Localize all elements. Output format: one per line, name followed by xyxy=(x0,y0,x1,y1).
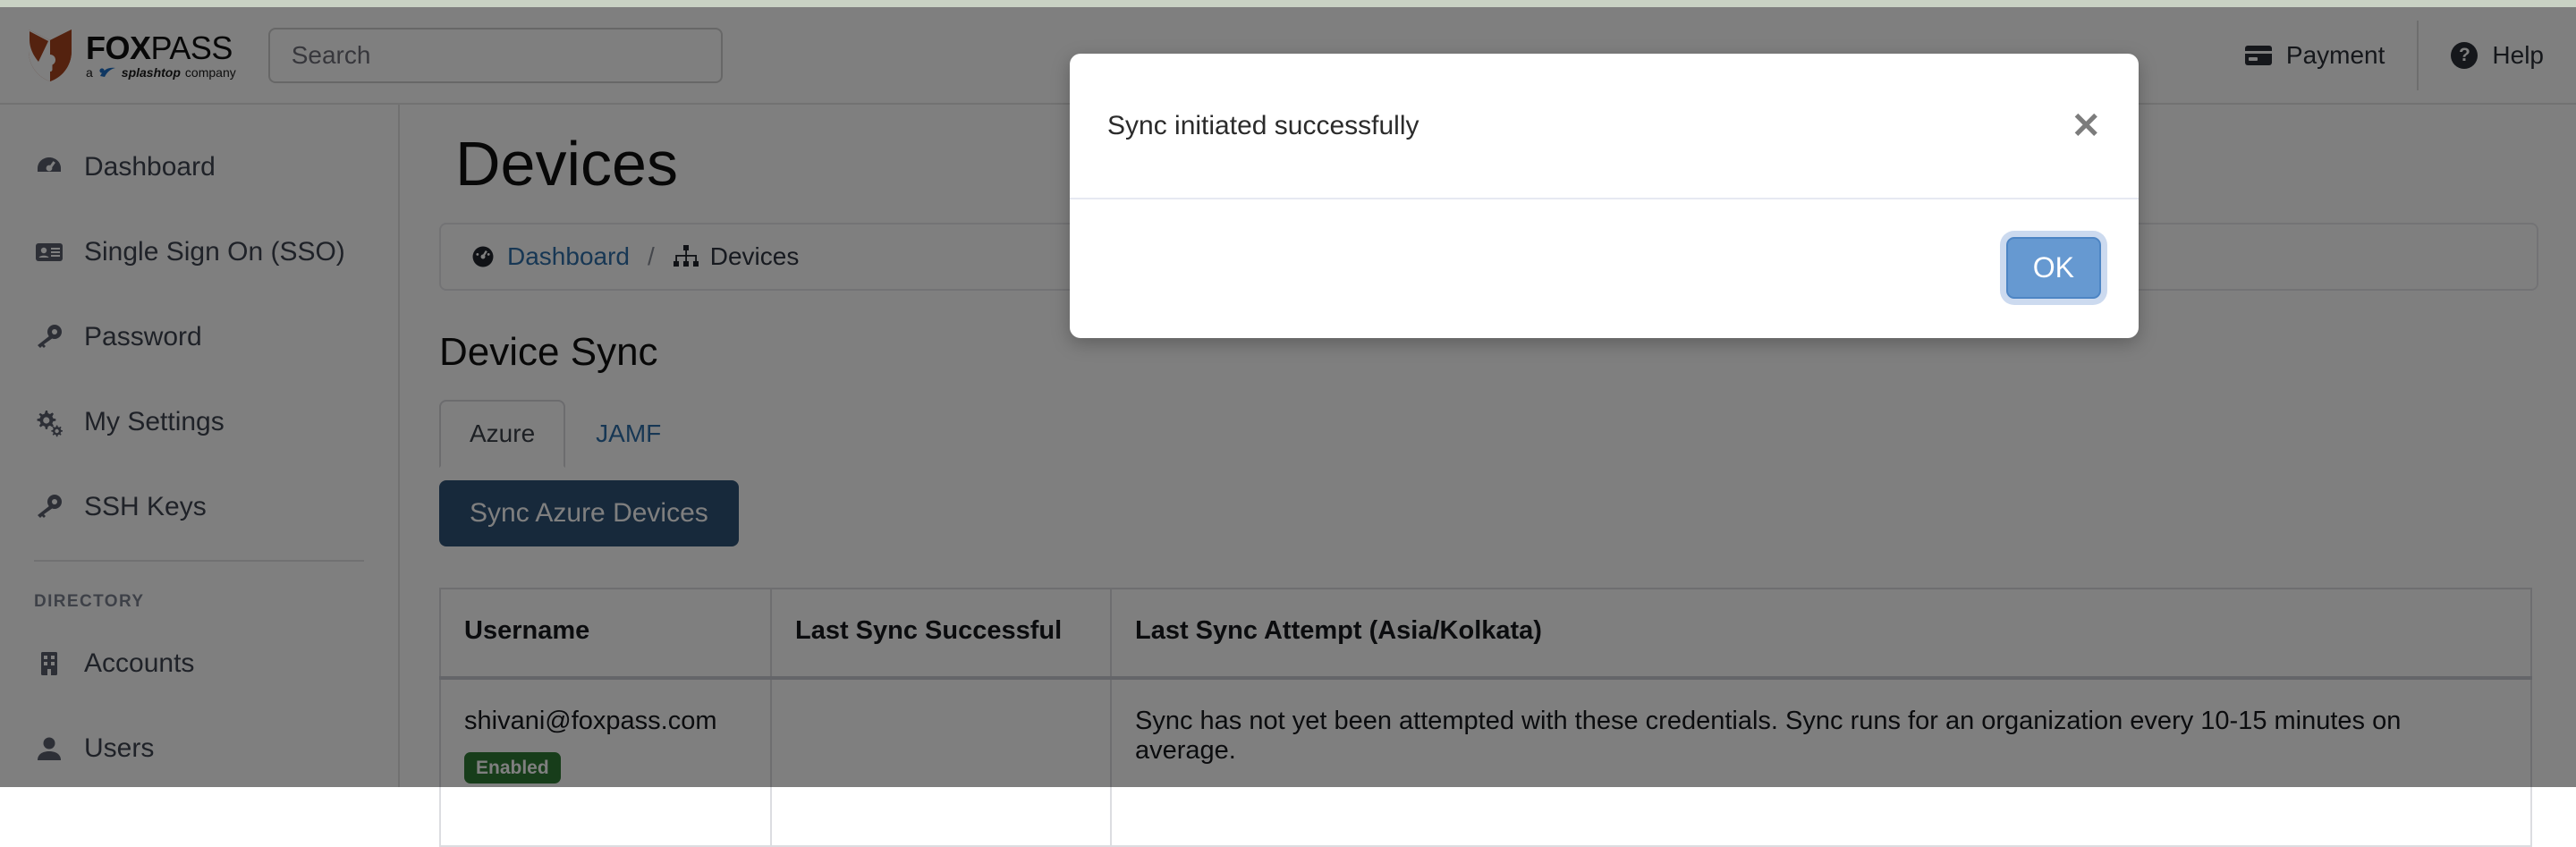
browser-top-strip xyxy=(0,0,2576,7)
close-icon[interactable]: ✕ xyxy=(2071,108,2101,144)
modal-message: Sync initiated successfully xyxy=(1107,110,1419,140)
modal-footer: OK xyxy=(1070,199,2139,336)
ok-button[interactable]: OK xyxy=(2005,237,2101,299)
modal-body: Sync initiated successfully ✕ xyxy=(1070,54,2139,199)
sync-confirmation-modal: Sync initiated successfully ✕ OK xyxy=(1070,54,2139,338)
